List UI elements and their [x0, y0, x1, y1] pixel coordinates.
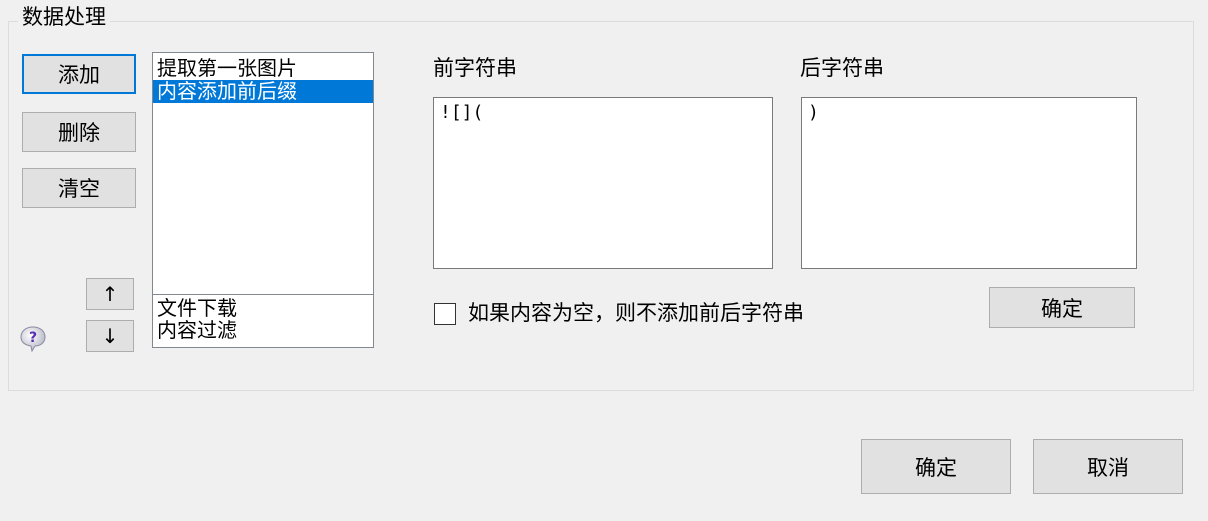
move-down-button[interactable]: ↓	[86, 320, 134, 352]
move-up-button[interactable]: ↑	[86, 278, 134, 310]
ok-button[interactable]: 确定	[861, 439, 1011, 494]
suffix-label: 后字符串	[800, 56, 884, 80]
arrow-down-icon: ↓	[101, 324, 119, 348]
list-item-selected[interactable]: 内容添加前后缀	[153, 80, 373, 103]
list-item[interactable]: 文件下载	[153, 297, 373, 319]
process-list[interactable]: 提取第一张图片 内容添加前后缀	[152, 52, 374, 296]
group-title: 数据处理	[18, 3, 110, 31]
skip-empty-checkbox[interactable]	[434, 303, 456, 325]
arrow-up-icon: ↑	[101, 282, 119, 306]
list-item[interactable]: 提取第一张图片	[153, 57, 373, 80]
help-icon[interactable]: ?	[18, 324, 48, 354]
suffix-textarea[interactable]: )	[801, 97, 1137, 269]
available-process-list[interactable]: 文件下载 内容过滤	[152, 294, 374, 348]
skip-empty-label[interactable]: 如果内容为空，则不添加前后字符串	[468, 299, 804, 327]
list-item[interactable]: 内容过滤	[153, 319, 373, 341]
add-button[interactable]: 添加	[22, 54, 136, 94]
prefix-textarea[interactable]: ![](	[433, 97, 773, 269]
delete-button[interactable]: 删除	[22, 112, 136, 152]
clear-button[interactable]: 清空	[22, 168, 136, 208]
prefix-label: 前字符串	[433, 56, 517, 80]
apply-button[interactable]: 确定	[989, 287, 1135, 328]
svg-text:?: ?	[29, 330, 37, 346]
cancel-button[interactable]: 取消	[1033, 439, 1183, 494]
